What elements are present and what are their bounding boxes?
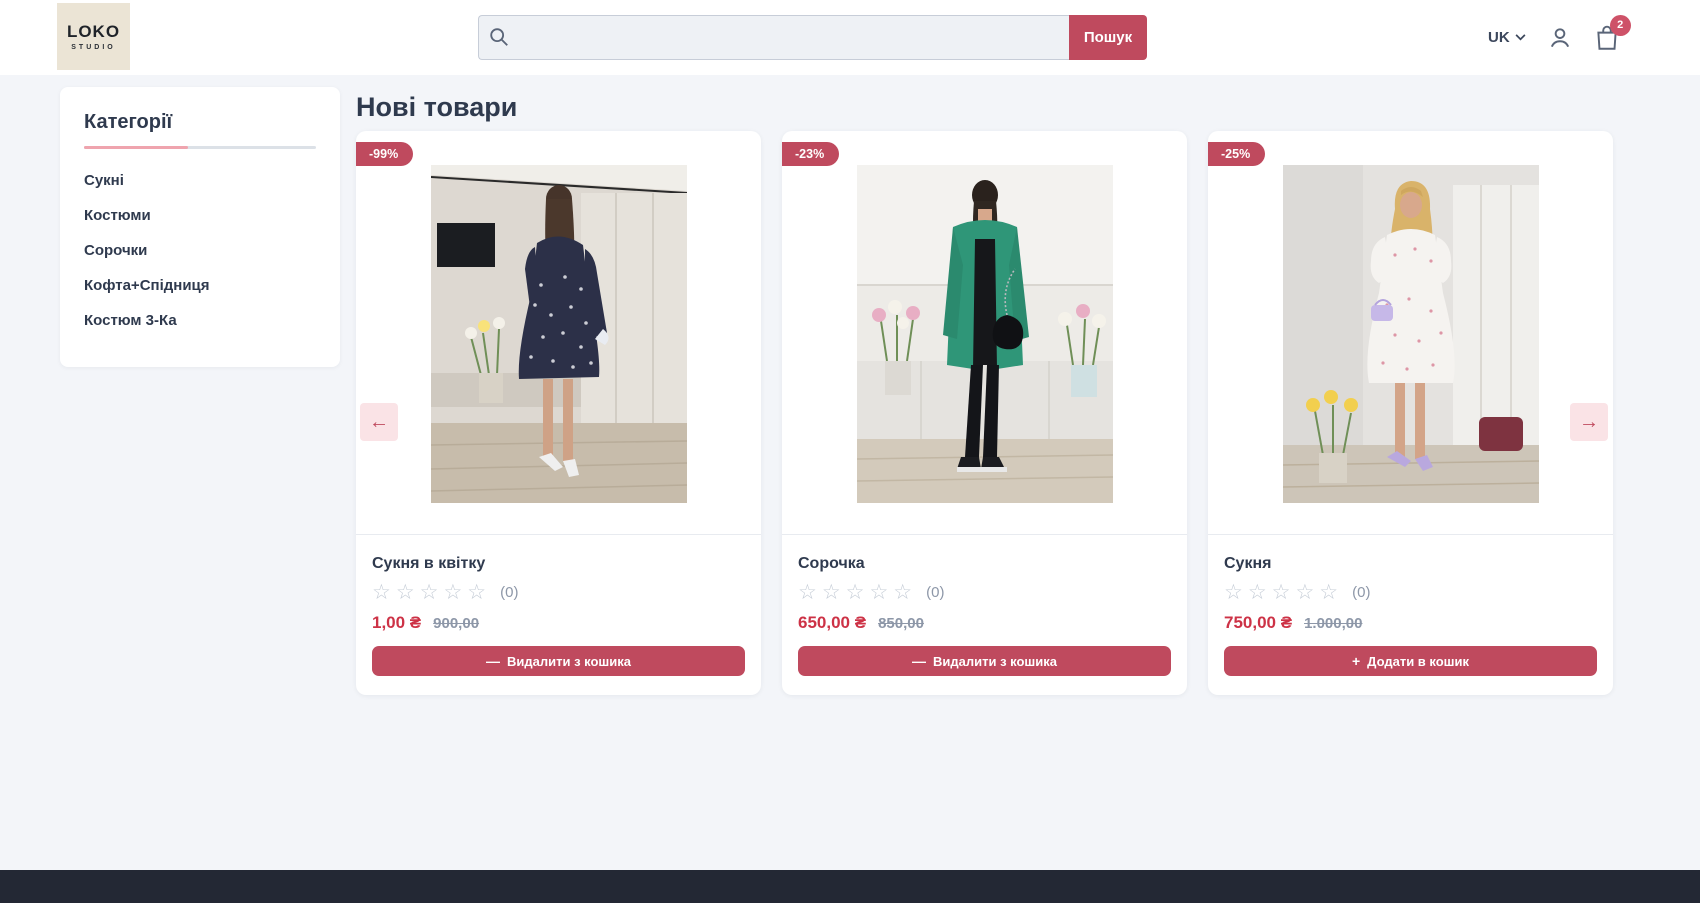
sidebar-item-dresses[interactable]: Сукні [84, 163, 316, 198]
product-card: -25% Сукня ☆☆☆☆☆ (0) 750,00 ₴ 1.000,00 +… [1208, 131, 1613, 695]
product-media [356, 131, 761, 535]
price-old: 850,00 [878, 615, 924, 632]
product-name[interactable]: Сукня в квітку [372, 555, 745, 573]
price-row: 1,00 ₴ 900,00 [372, 613, 745, 633]
page-title: Нові товари [356, 92, 517, 123]
sidebar-title: Категорії [84, 111, 316, 134]
rating-count: (0) [500, 584, 518, 601]
logo-subtitle: STUDIO [71, 44, 115, 51]
search-form: Пошук [478, 15, 1147, 60]
remove-from-cart-button[interactable]: — Видалити з кошика [372, 646, 745, 676]
price-row: 650,00 ₴ 850,00 [798, 613, 1171, 633]
price-current: 1,00 ₴ [372, 613, 421, 633]
cart-action-label: Видалити з кошика [507, 654, 631, 669]
language-selector[interactable]: UK [1488, 29, 1526, 46]
header-actions: UK 2 [1488, 0, 1620, 75]
product-name[interactable]: Сукня [1224, 555, 1597, 573]
product-image[interactable] [431, 165, 687, 503]
price-old: 900,00 [433, 615, 479, 632]
account-button[interactable] [1547, 25, 1573, 51]
rating-row: ☆☆☆☆☆ (0) [372, 582, 745, 603]
page: LOKO STUDIO Пошук UK [0, 0, 1700, 903]
cart-button[interactable]: 2 [1594, 24, 1620, 52]
sidebar-item-top-skirt[interactable]: Кофта+Спідниця [84, 268, 316, 303]
cart-count-badge: 2 [1610, 15, 1631, 36]
footer-bar [0, 870, 1700, 903]
minus-icon: — [912, 653, 926, 669]
product-info: Сукня в квітку ☆☆☆☆☆ (0) 1,00 ₴ 900,00 —… [356, 535, 761, 676]
sidebar-item-shirts[interactable]: Сорочки [84, 233, 316, 268]
logo-title: LOKO [67, 22, 120, 42]
rating-count: (0) [1352, 584, 1370, 601]
search-input[interactable] [478, 15, 1069, 60]
price-row: 750,00 ₴ 1.000,00 [1224, 613, 1597, 633]
product-card: -23% Сорочка ☆☆☆☆☆ (0) 650,00 ₴ 850,00 —… [782, 131, 1187, 695]
store-logo[interactable]: LOKO STUDIO [57, 3, 130, 70]
header-bar: LOKO STUDIO Пошук UK [0, 0, 1700, 75]
rating-count: (0) [926, 584, 944, 601]
carousel-next-button[interactable]: → [1570, 403, 1608, 441]
rating-row: ☆☆☆☆☆ (0) [1224, 582, 1597, 603]
arrow-left-icon: ← [369, 411, 389, 434]
product-carousel: -99% Сукня в квітку ☆☆☆☆☆ (0) 1,00 ₴ 900… [356, 131, 1613, 695]
discount-badge: -99% [356, 142, 413, 166]
discount-badge: -25% [1208, 142, 1265, 166]
cart-action-label: Додати в кошик [1367, 654, 1469, 669]
sidebar-item-suit-3[interactable]: Костюм 3-Ка [84, 303, 316, 338]
plus-icon: + [1352, 653, 1360, 669]
product-media [782, 131, 1187, 535]
search-button[interactable]: Пошук [1069, 15, 1147, 60]
chevron-down-icon [1515, 34, 1526, 41]
product-name[interactable]: Сорочка [798, 555, 1171, 573]
arrow-right-icon: → [1579, 411, 1599, 434]
rating-stars: ☆☆☆☆☆ [798, 582, 917, 603]
discount-badge: -23% [782, 142, 839, 166]
user-icon [1547, 25, 1573, 51]
price-old: 1.000,00 [1304, 615, 1362, 632]
cart-action-label: Видалити з кошика [933, 654, 1057, 669]
product-info: Сорочка ☆☆☆☆☆ (0) 650,00 ₴ 850,00 — Вида… [782, 535, 1187, 676]
product-image[interactable] [857, 165, 1113, 503]
rating-row: ☆☆☆☆☆ (0) [798, 582, 1171, 603]
rating-stars: ☆☆☆☆☆ [1224, 582, 1343, 603]
language-label: UK [1488, 29, 1510, 46]
price-current: 650,00 ₴ [798, 613, 866, 633]
product-image[interactable] [1283, 165, 1539, 503]
product-info: Сукня ☆☆☆☆☆ (0) 750,00 ₴ 1.000,00 + Дода… [1208, 535, 1613, 676]
categories-sidebar: Категорії Сукні Костюми Сорочки Кофта+Сп… [60, 87, 340, 367]
add-to-cart-button[interactable]: + Додати в кошик [1224, 646, 1597, 676]
product-media [1208, 131, 1613, 535]
product-card: -99% Сукня в квітку ☆☆☆☆☆ (0) 1,00 ₴ 900… [356, 131, 761, 695]
sidebar-item-suits[interactable]: Костюми [84, 198, 316, 233]
rating-stars: ☆☆☆☆☆ [372, 582, 491, 603]
price-current: 750,00 ₴ [1224, 613, 1292, 633]
minus-icon: — [486, 653, 500, 669]
sidebar-divider [84, 146, 316, 149]
carousel-prev-button[interactable]: ← [360, 403, 398, 441]
remove-from-cart-button[interactable]: — Видалити з кошика [798, 646, 1171, 676]
